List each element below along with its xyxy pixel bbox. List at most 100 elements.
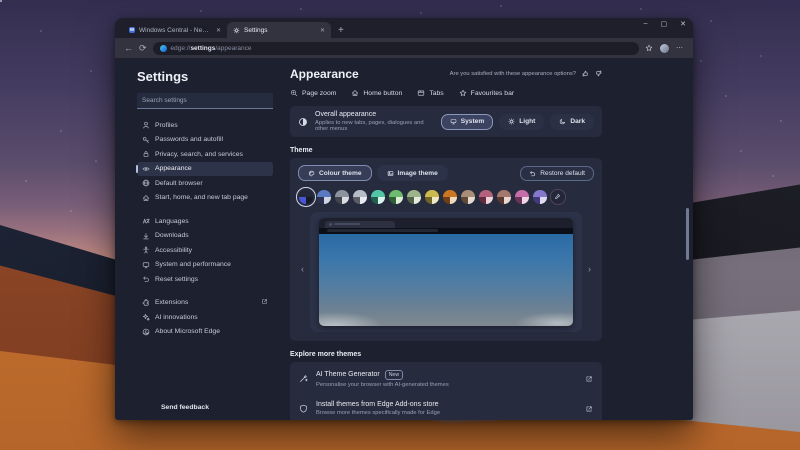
explore-row-subtitle: Personalise your browser with AI-generat… — [316, 382, 449, 388]
mode-button-label: Dark — [570, 118, 585, 125]
theme-section-label: Theme — [290, 147, 602, 154]
quick-link-label: Page zoom — [302, 90, 336, 97]
sidebar-item-profiles[interactable]: Profiles — [137, 118, 273, 133]
minimize-button[interactable]: – — [644, 20, 648, 28]
colour-swatch-13[interactable] — [515, 190, 529, 204]
gear-icon — [233, 27, 240, 34]
restore-default-button[interactable]: Restore default — [520, 166, 594, 181]
mini-url-pill — [327, 229, 438, 232]
colour-swatch-8[interactable] — [425, 190, 439, 204]
quick-link-page-zoom[interactable]: Page zoom — [290, 89, 336, 97]
address-bar[interactable]: edge://settings/appearance — [153, 42, 639, 55]
quick-link-home-button[interactable]: Home button — [351, 89, 402, 97]
theme-tab-colour-theme[interactable]: Colour theme — [298, 165, 372, 181]
mode-button-label: Light — [519, 118, 535, 125]
colour-swatch-5[interactable] — [371, 190, 385, 204]
sidebar-item-accessibility[interactable]: Accessibility — [137, 243, 273, 258]
sidebar-item-label: System and performance — [155, 261, 231, 268]
explore-row-ai-theme-generator[interactable]: AI Theme GeneratorNewPersonalise your br… — [299, 364, 593, 394]
sidebar-item-about-microsoft-edge[interactable]: About Microsoft Edge — [137, 325, 273, 340]
mode-button-system[interactable]: System — [441, 114, 493, 130]
open-external-icon[interactable] — [585, 370, 593, 388]
colour-swatch-7[interactable] — [407, 190, 421, 204]
tab-settings[interactable]: Settings ✕ — [227, 22, 331, 38]
tab-close-icon[interactable]: ✕ — [320, 27, 325, 34]
scrollbar-thumb[interactable] — [686, 208, 689, 260]
sidebar-item-label: Languages — [155, 218, 189, 225]
sidebar-items: Profiles Passwords and autofillPrivacy, s… — [137, 118, 277, 339]
tab-favicon: W — [129, 27, 135, 33]
sidebar-item-downloads[interactable]: Downloads — [137, 229, 273, 244]
sidebar-spacer — [137, 287, 277, 296]
colour-swatch-12[interactable] — [497, 190, 511, 204]
settings-main: Appearance Are you satisfied with these … — [283, 58, 693, 420]
sidebar-item-label: Accessibility — [155, 247, 192, 254]
sidebar-item-start-home-and-new-tab-page[interactable]: Start, home, and new tab page — [137, 191, 273, 206]
mode-button-dark[interactable]: Dark — [550, 114, 594, 130]
carousel-next-icon[interactable]: › — [588, 264, 591, 274]
explore-row-install-themes-from-edge-add-ons-store[interactable]: Install themes from Edge Add-ons storeBr… — [299, 394, 593, 421]
sidebar-item-languages[interactable]: Languages — [137, 214, 273, 229]
sidebar-item-appearance[interactable]: Appearance — [137, 162, 273, 177]
colour-swatch-14[interactable] — [533, 190, 547, 204]
sparkle-icon — [142, 313, 150, 321]
sidebar-item-system-and-performance[interactable]: System and performance — [137, 258, 273, 273]
theme-tab-image-theme[interactable]: Image theme — [377, 165, 448, 181]
colour-swatch-2[interactable] — [317, 190, 331, 204]
sidebar-item-label: Profiles — [155, 122, 178, 129]
sidebar-item-ai-innovations[interactable]: AI innovations — [137, 310, 273, 325]
shield-icon — [299, 404, 308, 413]
window-controls: – ▢ ✕ — [644, 20, 686, 28]
settings-sidebar: Settings Search settings ProfilesPasswor… — [115, 58, 283, 420]
globe-icon — [142, 179, 150, 187]
quick-link-tabs[interactable]: Tabs — [417, 89, 443, 97]
colour-swatch-1[interactable] — [299, 190, 313, 204]
thumbs-down-icon[interactable] — [595, 70, 602, 77]
mode-button-light[interactable]: Light — [499, 114, 544, 130]
person-icon — [142, 121, 150, 129]
tab-close-icon[interactable]: ✕ — [216, 27, 221, 34]
theme-tab-label: Colour theme — [319, 170, 362, 177]
toolbar-right: ⋯ — [645, 44, 684, 53]
wallpaper-stars — [0, 0, 2, 2]
quick-links: Page zoom Home button Tabs Favourites bar — [290, 89, 602, 97]
colour-swatch-9[interactable] — [443, 190, 457, 204]
colour-swatch-11[interactable] — [479, 190, 493, 204]
sidebar-item-extensions[interactable]: Extensions — [137, 296, 273, 311]
edge-logo-icon — [160, 45, 167, 52]
search-settings-input[interactable]: Search settings — [137, 93, 273, 109]
sidebar-item-reset-settings[interactable]: Reset settings — [137, 272, 273, 287]
new-tab-button[interactable]: + — [338, 25, 344, 36]
sidebar-item-privacy-search-and-services[interactable]: Privacy, search, and services — [137, 147, 273, 162]
quick-link-label: Tabs — [429, 90, 443, 97]
custom-colour-picker-button[interactable] — [551, 190, 565, 204]
explore-section-label: Explore more themes — [290, 351, 602, 358]
close-button[interactable]: ✕ — [680, 20, 686, 28]
open-external-icon[interactable] — [585, 400, 593, 418]
profile-avatar[interactable] — [660, 44, 669, 53]
maximize-button[interactable]: ▢ — [661, 20, 668, 28]
sidebar-item-default-browser[interactable]: Default browser — [137, 176, 273, 191]
mini-tab — [325, 221, 395, 228]
mode-button-label: System — [461, 118, 484, 125]
thumbs-up-icon[interactable] — [582, 70, 589, 77]
back-icon[interactable]: ← — [124, 44, 133, 53]
sidebar-item-passwords-and-autofill[interactable]: Passwords and autofill — [137, 133, 273, 148]
monitor-icon — [450, 118, 457, 125]
external-link-icon — [261, 298, 268, 307]
moon-icon — [559, 118, 566, 125]
new-badge: New — [385, 370, 403, 380]
colour-swatch-4[interactable] — [353, 190, 367, 204]
favourites-star-icon[interactable] — [645, 44, 653, 52]
overall-appearance-card: Overall appearance Applies to new tabs, … — [290, 106, 602, 137]
refresh-icon[interactable]: ⟳ — [139, 44, 147, 53]
colour-swatch-6[interactable] — [389, 190, 403, 204]
wand-icon — [299, 374, 308, 383]
more-menu-icon[interactable]: ⋯ — [676, 44, 684, 52]
send-feedback-button[interactable]: Send feedback — [161, 404, 209, 411]
tab-windows-central[interactable]: W Windows Central - News, Review… ✕ — [123, 22, 227, 38]
quick-link-favourites-bar[interactable]: Favourites bar — [459, 89, 514, 97]
colour-swatch-10[interactable] — [461, 190, 475, 204]
colour-swatch-3[interactable] — [335, 190, 349, 204]
carousel-prev-icon[interactable]: ‹ — [301, 264, 304, 274]
